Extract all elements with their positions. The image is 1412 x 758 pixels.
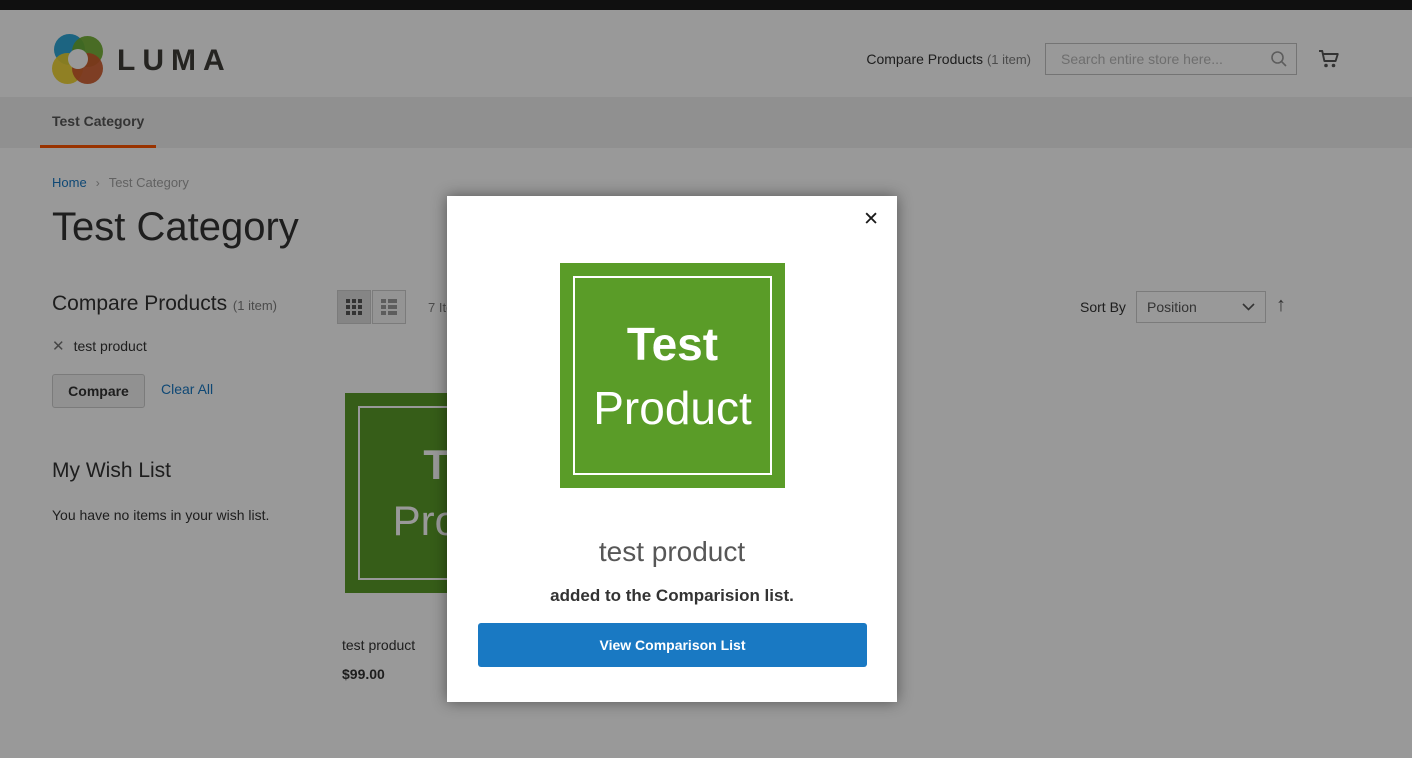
view-comparison-list-button[interactable]: View Comparison List xyxy=(478,623,867,667)
close-icon[interactable]: ✕ xyxy=(859,206,883,233)
modal-product-image: Test Product xyxy=(560,263,785,488)
browser-viewport: LUMA Compare Products (1 item) xyxy=(0,0,1412,758)
modal-product-name: test product xyxy=(447,536,897,568)
compare-confirmation-modal: ✕ Test Product test product added to the… xyxy=(447,196,897,702)
modal-message: added to the Comparision list. xyxy=(447,586,897,606)
modal-product-image-inner: Test Product xyxy=(573,276,772,475)
